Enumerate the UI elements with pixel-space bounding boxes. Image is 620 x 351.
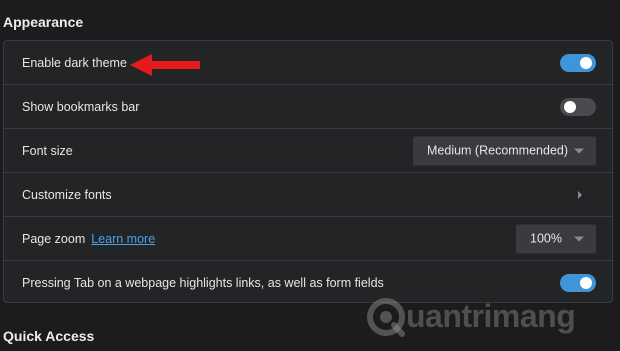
font-size-select[interactable]: Medium (Recommended) xyxy=(413,136,596,165)
dark-theme-toggle[interactable] xyxy=(560,53,596,72)
page-zoom-value: 100% xyxy=(530,231,562,246)
row-bookmarks-bar: Show bookmarks bar xyxy=(4,85,612,129)
font-size-label: Font size xyxy=(22,143,73,158)
quantrimang-logo-icon xyxy=(367,298,405,337)
caret-down-icon xyxy=(574,236,584,241)
section-title-quick-access: Quick Access xyxy=(3,328,95,344)
tab-highlight-toggle[interactable] xyxy=(560,273,596,292)
page-zoom-label-group: Page zoom Learn more xyxy=(22,232,155,246)
row-dark-theme: Enable dark theme xyxy=(4,41,612,85)
row-customize-fonts[interactable]: Customize fonts xyxy=(4,173,612,217)
customize-fonts-label: Customize fonts xyxy=(22,187,112,202)
bookmarks-bar-toggle[interactable] xyxy=(560,97,596,116)
bookmarks-bar-label: Show bookmarks bar xyxy=(22,99,140,114)
row-page-zoom: Page zoom Learn more 100% xyxy=(4,217,612,261)
row-font-size: Font size Medium (Recommended) xyxy=(4,129,612,173)
quantrimang-watermark: uantrimang xyxy=(366,294,596,344)
appearance-settings-panel: Enable dark theme Show bookmarks bar Fon… xyxy=(3,40,613,303)
page-zoom-select[interactable]: 100% xyxy=(516,224,596,253)
toggle-knob xyxy=(580,276,592,289)
page-zoom-label: Page zoom xyxy=(22,231,86,246)
caret-down-icon xyxy=(574,148,584,153)
red-arrow-left-icon xyxy=(130,54,200,76)
chevron-right-icon[interactable] xyxy=(578,190,582,199)
toggle-knob xyxy=(564,100,576,113)
tab-highlight-label: Pressing Tab on a webpage highlights lin… xyxy=(22,275,384,290)
dark-theme-label: Enable dark theme xyxy=(22,55,127,70)
font-size-value: Medium (Recommended) xyxy=(427,143,569,158)
toggle-knob xyxy=(580,56,592,69)
watermark-text: uantrimang xyxy=(406,298,576,334)
section-title-appearance: Appearance xyxy=(3,14,84,30)
learn-more-link[interactable]: Learn more xyxy=(91,232,155,246)
